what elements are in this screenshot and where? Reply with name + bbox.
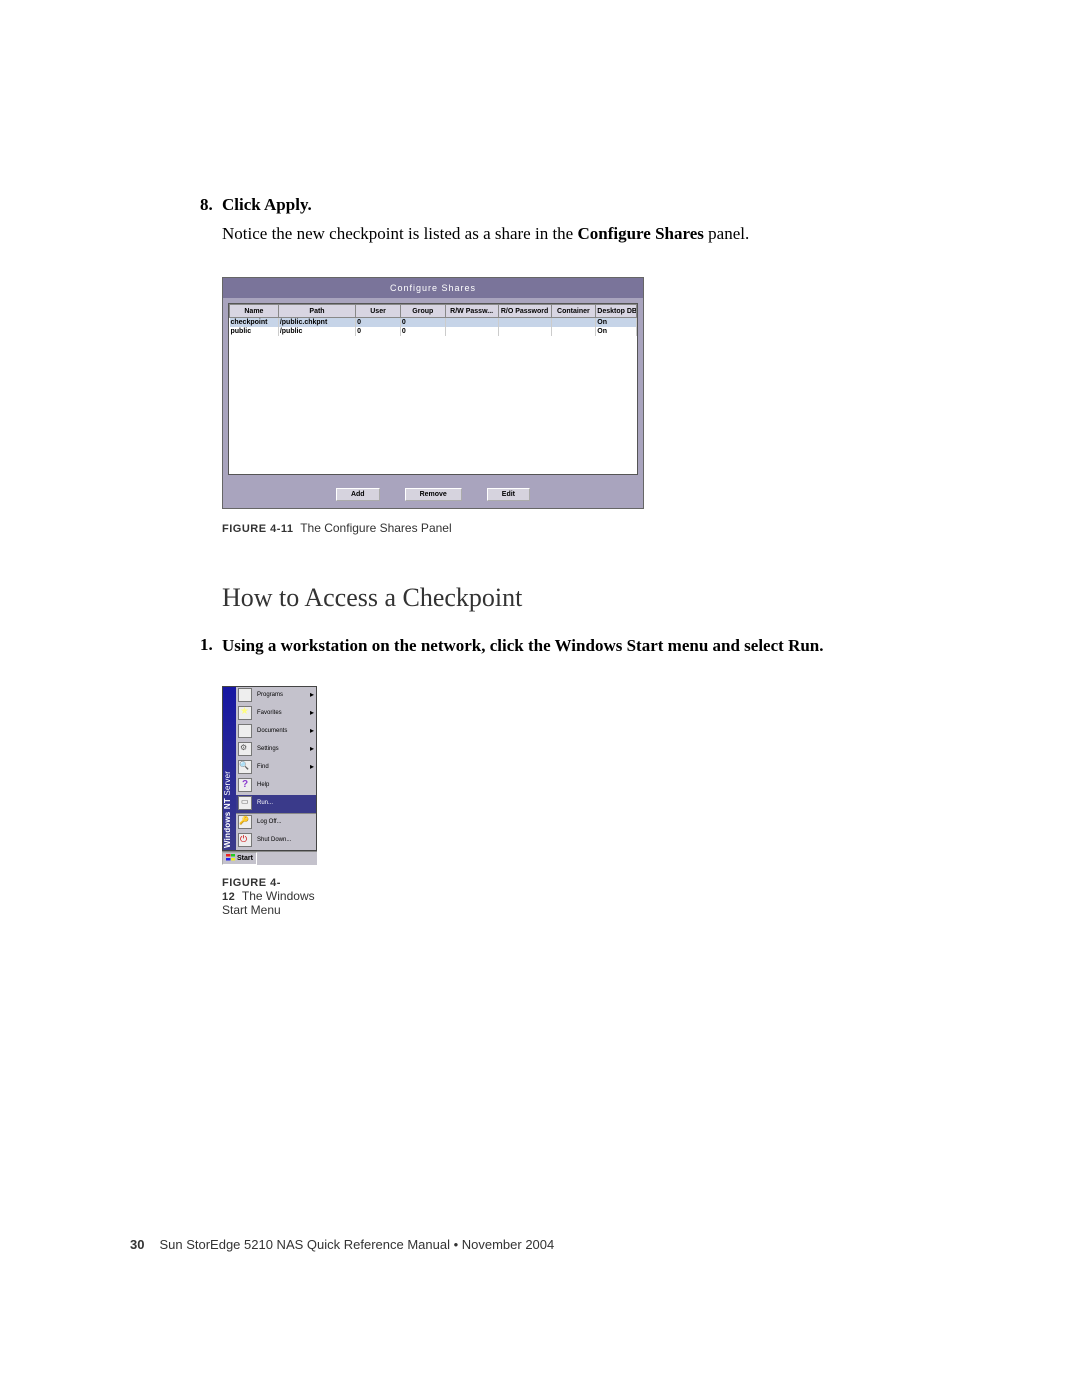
- main-content: 8. Click Apply. Notice the new checkpoin…: [200, 195, 900, 917]
- menu-item-settings[interactable]: Settings ▸: [236, 741, 316, 759]
- step-1: 1. Using a workstation on the network, c…: [200, 635, 900, 658]
- edit-button[interactable]: Edit: [487, 488, 530, 501]
- menu-item-logoff[interactable]: Log Off...: [236, 813, 316, 832]
- windows-flag-icon: [226, 854, 235, 863]
- footer-text: Sun StorEdge 5210 NAS Quick Reference Ma…: [159, 1237, 554, 1252]
- col-group[interactable]: Group: [400, 305, 445, 318]
- figure-text: The Windows Start Menu: [222, 889, 315, 917]
- documents-icon: [238, 724, 252, 738]
- submenu-arrow-icon: ▸: [310, 708, 314, 717]
- menu-label: Programs: [257, 692, 283, 698]
- run-icon: [238, 796, 252, 810]
- figure-label: FIGURE 4-11: [222, 523, 294, 535]
- panel-button-row: Add Remove Edit: [223, 480, 643, 508]
- figure-4-12-caption: FIGURE 4-12 The Windows Start Menu: [222, 875, 317, 917]
- start-button-label: Start: [237, 855, 253, 862]
- col-name[interactable]: Name: [230, 305, 279, 318]
- cell: On: [596, 327, 637, 336]
- page-number: 30: [130, 1237, 144, 1252]
- col-path[interactable]: Path: [278, 305, 355, 318]
- taskbar: Start: [222, 851, 317, 865]
- col-rw-pass[interactable]: R/W Passw...: [445, 305, 498, 318]
- table-row[interactable]: public /public 0 0 On: [230, 327, 637, 336]
- shares-table-container: Name Path User Group R/W Passw... R/O Pa…: [228, 303, 638, 475]
- help-icon: [238, 778, 252, 792]
- cell: public: [230, 327, 279, 336]
- table-header-row: Name Path User Group R/W Passw... R/O Pa…: [230, 305, 637, 318]
- menu-label: Shut Down...: [257, 837, 291, 843]
- programs-icon: [238, 688, 252, 702]
- col-user[interactable]: User: [356, 305, 401, 318]
- menu-item-find[interactable]: Find ▸: [236, 759, 316, 777]
- col-desktop-db[interactable]: Desktop DB...: [596, 305, 637, 318]
- cell: [498, 318, 551, 328]
- cell: 0: [356, 327, 401, 336]
- cell: [445, 327, 498, 336]
- notice-post: panel.: [704, 224, 749, 243]
- submenu-arrow-icon: ▸: [310, 726, 314, 735]
- step-8-body: Notice the new checkpoint is listed as a…: [222, 223, 900, 245]
- menu-item-shutdown[interactable]: Shut Down...: [236, 832, 316, 850]
- step-number: 8.: [200, 195, 222, 215]
- remove-button[interactable]: Remove: [405, 488, 462, 501]
- menu-label: Find: [257, 764, 269, 770]
- cell: checkpoint: [230, 318, 279, 328]
- menu-item-programs[interactable]: Programs ▸: [236, 687, 316, 705]
- document-page: 8. Click Apply. Notice the new checkpoin…: [0, 0, 1080, 1397]
- col-container[interactable]: Container: [551, 305, 596, 318]
- cell: /public: [278, 327, 355, 336]
- sidebar-rest: Server: [223, 771, 232, 798]
- settings-icon: [238, 742, 252, 756]
- menu-label: Help: [257, 782, 269, 788]
- favorites-icon: [238, 706, 252, 720]
- col-ro-pass[interactable]: R/O Password: [498, 305, 551, 318]
- step-number: 1.: [200, 635, 222, 658]
- step-title: Using a workstation on the network, clic…: [222, 635, 824, 658]
- menu-item-run[interactable]: Run...: [236, 795, 316, 813]
- logoff-icon: [238, 815, 252, 829]
- start-menu-items: Programs ▸ Favorites ▸ Documents ▸: [236, 687, 316, 850]
- cell: 0: [400, 318, 445, 328]
- figure-text: The Configure Shares Panel: [300, 521, 451, 535]
- menu-label: Log Off...: [257, 819, 282, 825]
- find-icon: [238, 760, 252, 774]
- start-menu-sidebar: Windows NT Server: [223, 687, 236, 850]
- cell: 0: [400, 327, 445, 336]
- cell: [551, 318, 596, 328]
- menu-item-documents[interactable]: Documents ▸: [236, 723, 316, 741]
- start-menu: Windows NT Server Programs ▸ Favorites ▸: [222, 686, 317, 851]
- cell: On: [596, 318, 637, 328]
- notice-pre: Notice the new checkpoint is listed as a…: [222, 224, 577, 243]
- menu-item-favorites[interactable]: Favorites ▸: [236, 705, 316, 723]
- start-button[interactable]: Start: [222, 852, 257, 865]
- step-8: 8. Click Apply.: [200, 195, 900, 215]
- table-row[interactable]: checkpoint /public.chkpnt 0 0 On: [230, 318, 637, 328]
- figure-4-11-caption: FIGURE 4-11 The Configure Shares Panel: [222, 521, 642, 535]
- submenu-arrow-icon: ▸: [310, 690, 314, 699]
- notice-bold: Configure Shares: [577, 224, 703, 243]
- cell: [445, 318, 498, 328]
- submenu-arrow-icon: ▸: [310, 744, 314, 753]
- shares-table: Name Path User Group R/W Passw... R/O Pa…: [229, 304, 637, 336]
- page-footer: 30 Sun StorEdge 5210 NAS Quick Reference …: [130, 1237, 554, 1252]
- cell: 0: [356, 318, 401, 328]
- figure-4-11: Configure Shares Name Path User Group R/…: [222, 277, 642, 535]
- shutdown-icon: [238, 833, 252, 847]
- cell: [551, 327, 596, 336]
- menu-label: Settings: [257, 746, 279, 752]
- figure-4-12: Windows NT Server Programs ▸ Favorites ▸: [222, 686, 317, 917]
- panel-title: Configure Shares: [223, 278, 643, 298]
- section-heading: How to Access a Checkpoint: [222, 583, 900, 613]
- menu-label: Run...: [257, 800, 273, 806]
- cell: [498, 327, 551, 336]
- cell: /public.chkpnt: [278, 318, 355, 328]
- menu-item-help[interactable]: Help: [236, 777, 316, 795]
- sidebar-bold: Windows NT: [223, 798, 232, 848]
- step-title: Click Apply.: [222, 195, 312, 215]
- configure-shares-panel: Configure Shares Name Path User Group R/…: [222, 277, 644, 509]
- submenu-arrow-icon: ▸: [310, 762, 314, 771]
- menu-label: Favorites: [257, 710, 282, 716]
- menu-label: Documents: [257, 728, 287, 734]
- add-button[interactable]: Add: [336, 488, 380, 501]
